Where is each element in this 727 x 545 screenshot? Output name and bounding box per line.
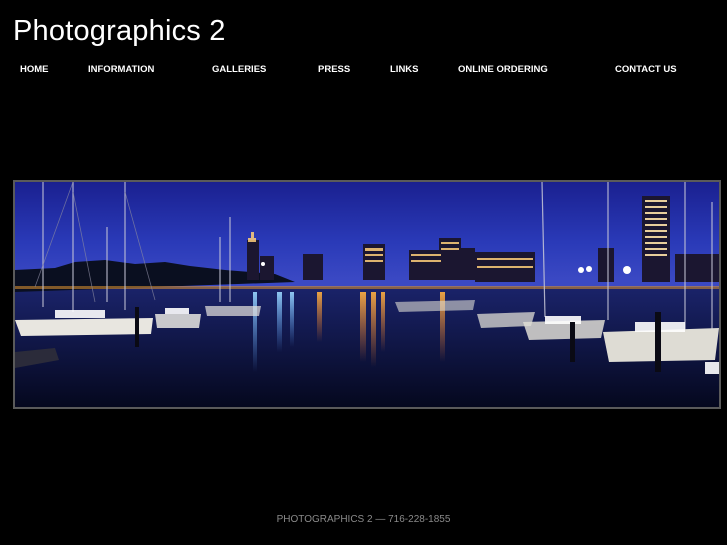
nav-press[interactable]: PRESS xyxy=(318,64,350,76)
nav-information[interactable]: INFORMATION xyxy=(88,64,154,76)
nav-online-ordering[interactable]: ONLINE ORDERING xyxy=(458,64,548,76)
site-title[interactable]: Photographics 2 xyxy=(13,14,226,48)
nav-galleries[interactable]: GALLERIES xyxy=(212,64,266,76)
footer-contact: PHOTOGRAPHICS 2 — 716-228-1855 xyxy=(276,514,451,525)
harbor-skyline-image xyxy=(15,182,719,407)
nav-home[interactable]: HOME xyxy=(20,64,49,76)
nav-contact-us[interactable]: CONTACT US xyxy=(615,64,677,76)
hero-photo xyxy=(13,180,721,409)
main-nav: HOME INFORMATION GALLERIES PRESS LINKS O… xyxy=(0,64,727,78)
nav-links[interactable]: LINKS xyxy=(390,64,419,76)
